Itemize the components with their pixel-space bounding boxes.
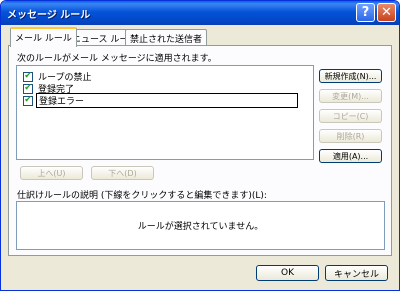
rule-checkbox[interactable]: ✔ [23,71,33,82]
tab-blocked-senders[interactable]: 禁止された送信者 [125,29,208,46]
message-rules-dialog: メッセージ ルール ? ✕ メール ルール ニュース ルール 禁止された送信者 … [0,0,400,291]
move-down-button[interactable]: 下へ(D) [91,166,154,180]
rule-checkbox[interactable]: ✔ [23,95,33,106]
rule-label: 登録エラー [36,93,298,108]
move-up-button[interactable]: 上へ(U) [20,166,83,180]
rule-description-box: ルールが選択されていません。 [16,201,385,250]
apply-rule-button[interactable]: 適用(A)... [319,149,382,163]
list-item[interactable]: ✔ ループの禁止 [23,71,93,83]
rule-description-text: ルールが選択されていません。 [137,222,264,232]
description-label: 仕訳けルールの説明 (下線をクリックすると編集できます)(L): [17,191,267,201]
ok-button[interactable]: OK [256,265,319,281]
close-button[interactable]: ✕ [377,3,396,22]
window-title: メッセージ ルール [7,10,91,21]
cancel-button[interactable]: キャンセル [325,265,388,281]
new-rule-button[interactable]: 新規作成(N)... [319,69,382,83]
title-bar[interactable]: メッセージ ルール ? ✕ [1,1,399,25]
tab-mail-rules[interactable]: メール ルール [10,27,77,47]
delete-rule-button[interactable]: 削除(R) [319,129,382,143]
rules-list[interactable]: ✔ ループの禁止 ✔ 登録完了 ✔ 登録エラー [16,65,314,160]
list-item[interactable]: ✔ 登録エラー [23,93,298,108]
rule-checkbox[interactable]: ✔ [23,83,33,94]
copy-rule-button[interactable]: コピー(C) [319,109,382,123]
modify-rule-button[interactable]: 変更(M)... [319,89,382,103]
help-button[interactable]: ? [356,3,375,22]
rules-heading: 次のルールがメール メッセージに適用されます。 [17,54,217,64]
